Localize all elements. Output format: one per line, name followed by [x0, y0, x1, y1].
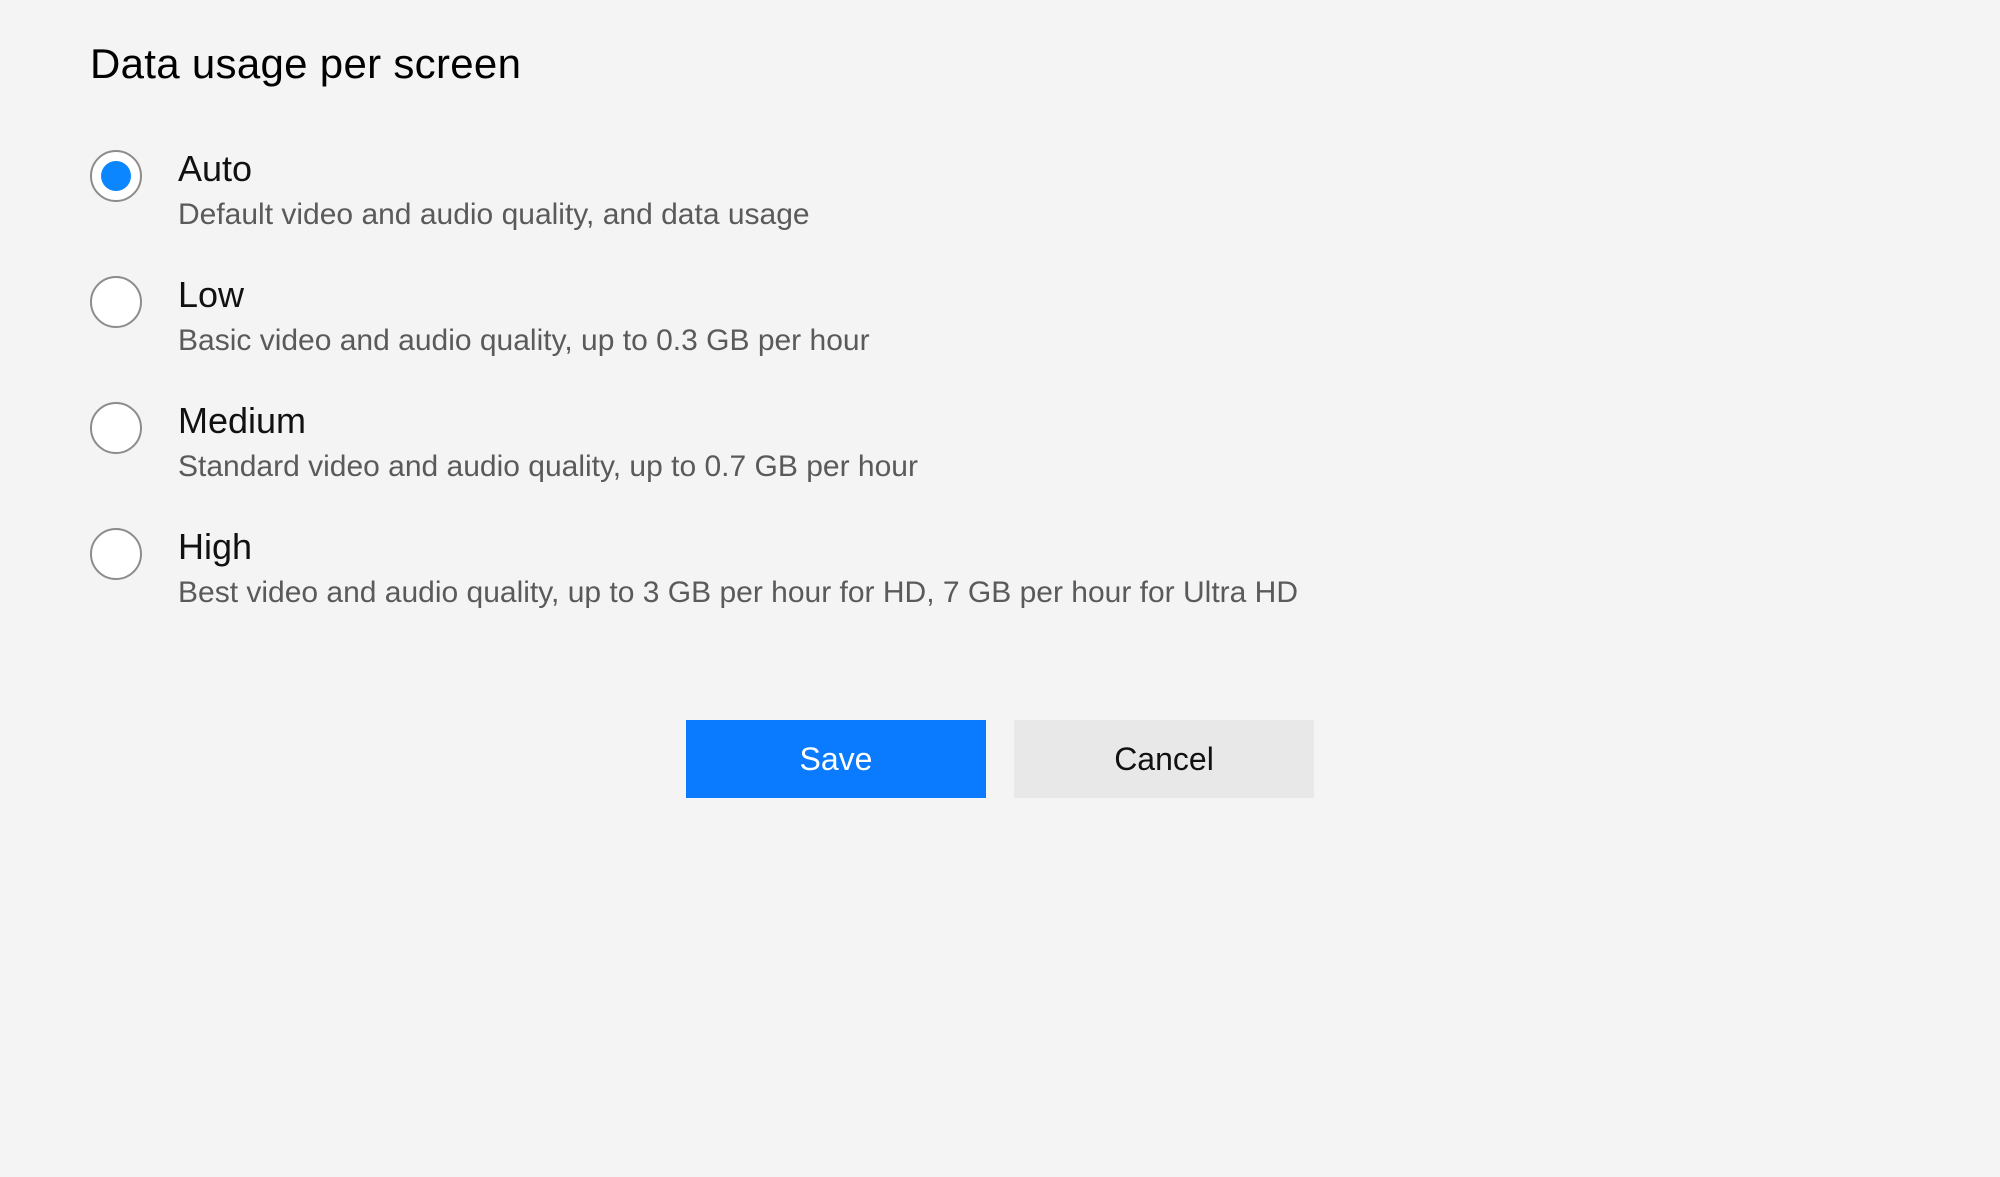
option-text: Medium Standard video and audio quality,… [178, 400, 918, 484]
radio-high[interactable] [90, 528, 142, 580]
option-medium[interactable]: Medium Standard video and audio quality,… [90, 400, 1910, 484]
option-label: Low [178, 274, 870, 316]
option-label: High [178, 526, 1298, 568]
cancel-button[interactable]: Cancel [1014, 720, 1314, 798]
radio-selected-dot-icon [101, 161, 131, 191]
option-low[interactable]: Low Basic video and audio quality, up to… [90, 274, 1910, 358]
option-description: Standard video and audio quality, up to … [178, 450, 918, 484]
radio-medium[interactable] [90, 402, 142, 454]
option-description: Basic video and audio quality, up to 0.3… [178, 324, 870, 358]
option-text: Low Basic video and audio quality, up to… [178, 274, 870, 358]
action-buttons: Save Cancel [90, 720, 1910, 798]
option-description: Best video and audio quality, up to 3 GB… [178, 576, 1298, 610]
radio-auto[interactable] [90, 150, 142, 202]
option-label: Auto [178, 148, 810, 190]
save-button[interactable]: Save [686, 720, 986, 798]
option-text: Auto Default video and audio quality, an… [178, 148, 810, 232]
page-title: Data usage per screen [90, 40, 1910, 88]
radio-low[interactable] [90, 276, 142, 328]
options-list: Auto Default video and audio quality, an… [90, 148, 1910, 610]
data-usage-panel: Data usage per screen Auto Default video… [0, 0, 2000, 798]
option-text: High Best video and audio quality, up to… [178, 526, 1298, 610]
option-auto[interactable]: Auto Default video and audio quality, an… [90, 148, 1910, 232]
option-label: Medium [178, 400, 918, 442]
option-description: Default video and audio quality, and dat… [178, 198, 810, 232]
option-high[interactable]: High Best video and audio quality, up to… [90, 526, 1910, 610]
